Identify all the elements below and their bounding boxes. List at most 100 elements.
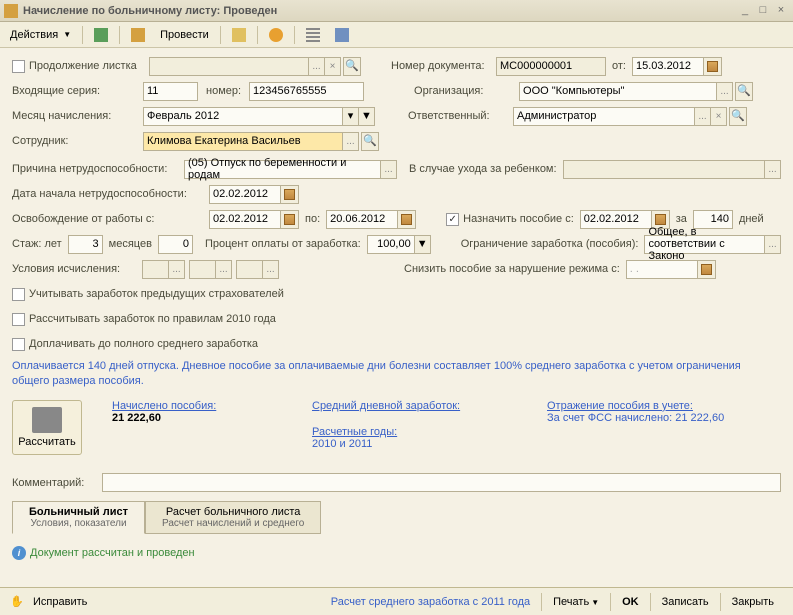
startdate-calendar[interactable] (281, 185, 299, 204)
post-button[interactable]: Провести (154, 25, 215, 45)
childcare-field[interactable] (563, 160, 765, 179)
org-open[interactable]: 🔍 (735, 82, 753, 101)
for-label: за (676, 213, 687, 225)
continuation-field[interactable] (149, 57, 309, 76)
childcare-select[interactable]: ... (765, 160, 781, 179)
print-button[interactable]: Печать▼ (544, 593, 608, 611)
rules2010-checkbox[interactable] (12, 313, 25, 326)
actions-menu[interactable]: Действия▼ (4, 25, 77, 45)
reason-field[interactable]: (05) Отпуск по беременности и родам (184, 160, 381, 179)
assign-checkbox[interactable] (446, 213, 459, 226)
month-spin[interactable]: ▾ (343, 107, 359, 126)
titlebar: Начисление по больничному листу: Проведе… (0, 0, 793, 22)
series-field[interactable]: 11 (143, 82, 198, 101)
employee-select[interactable]: ... (343, 132, 359, 151)
continuation-open[interactable]: 🔍 (343, 57, 361, 76)
month-dropdown[interactable]: ▼ (359, 107, 375, 126)
startdate-field[interactable]: 02.02.2012 (209, 185, 281, 204)
org-select[interactable]: ... (717, 82, 733, 101)
resp-label: Ответственный: (408, 110, 513, 122)
list-button[interactable] (300, 25, 326, 45)
calc-years-link[interactable]: Расчетные годы: (312, 426, 517, 438)
employee-open[interactable]: 🔍 (361, 132, 379, 151)
app-icon (4, 4, 18, 18)
resp-select[interactable]: ... (695, 107, 711, 126)
release-to-field[interactable]: 20.06.2012 (326, 210, 398, 229)
reduce-date-cal[interactable] (698, 260, 716, 279)
cond1-select[interactable]: ... (169, 260, 185, 279)
tabs: Больничный лист Условия, показатели Расч… (12, 501, 781, 534)
post-icon-button[interactable] (125, 25, 151, 45)
release-from-cal[interactable] (281, 210, 299, 229)
stazh-years-field[interactable]: 3 (68, 235, 103, 254)
conditions-label: Условия исчисления: (12, 263, 142, 275)
minimize-button[interactable]: _ (737, 4, 753, 18)
days-label: дней (739, 213, 764, 225)
reason-select[interactable]: ... (381, 160, 397, 179)
continuation-checkbox[interactable] (12, 60, 25, 73)
resp-clear[interactable]: × (711, 107, 727, 126)
maximize-button[interactable]: □ (755, 4, 771, 18)
reduce-date-field[interactable]: . . (626, 260, 698, 279)
calc-years-value: 2010 и 2011 (312, 438, 517, 450)
save-button[interactable]: Записать (653, 593, 718, 611)
rules2010-label: Рассчитывать заработок по правилам 2010 … (29, 313, 276, 325)
continuation-clear[interactable]: × (325, 57, 341, 76)
number-field[interactable]: 123456765555 (249, 82, 364, 101)
tab-calculation[interactable]: Расчет больничного листа Расчет начислен… (145, 501, 321, 534)
resp-open[interactable]: 🔍 (729, 107, 747, 126)
employee-field[interactable]: Климова Екатерина Васильев (143, 132, 343, 151)
continuation-label: Продолжение листка (29, 60, 149, 72)
reason-label: Причина нетрудоспособности: (12, 163, 184, 175)
percent-dropdown[interactable]: ▼ (415, 235, 431, 254)
percent-field[interactable]: 100,00 (367, 235, 415, 254)
limit-field[interactable]: Общее, в соответствии с Законо (644, 235, 765, 254)
date-calendar[interactable] (704, 57, 722, 76)
prev-insurers-label: Учитывать заработок предыдущих страховат… (29, 288, 284, 300)
calculator-icon (32, 407, 62, 433)
resp-field[interactable]: Администратор (513, 107, 695, 126)
avg-calc-link[interactable]: Расчет среднего заработка с 2011 года (322, 593, 539, 611)
tool1-button[interactable] (226, 25, 252, 45)
series-label: Входящие серия: (12, 85, 143, 97)
calculate-button[interactable]: Рассчитать (12, 400, 82, 455)
prev-insurers-checkbox[interactable] (12, 288, 25, 301)
fix-button[interactable]: Исправить (24, 593, 96, 611)
ok-button[interactable]: OK (613, 593, 648, 611)
release-to-cal[interactable] (398, 210, 416, 229)
cond2-select[interactable]: ... (216, 260, 232, 279)
release-to-label: по: (305, 213, 320, 225)
status-line: i Документ рассчитан и проведен (0, 542, 793, 564)
number-label: номер: (206, 85, 241, 97)
close-button[interactable]: × (773, 4, 789, 18)
continuation-select[interactable]: ... (309, 57, 325, 76)
help-button[interactable] (263, 25, 289, 45)
employee-label: Сотрудник: (12, 135, 143, 147)
cond1-field[interactable] (142, 260, 169, 279)
reflection-link[interactable]: Отражение пособия в учете: (547, 400, 724, 412)
release-from-field[interactable]: 02.02.2012 (209, 210, 281, 229)
stazh-months-field[interactable]: 0 (158, 235, 193, 254)
comment-field[interactable] (102, 473, 781, 492)
info-icon: i (12, 546, 26, 560)
assign-from-field[interactable]: 02.02.2012 (580, 210, 652, 229)
hand-icon: ✋ (10, 595, 24, 609)
window-title: Начисление по больничному листу: Проведе… (23, 5, 735, 17)
limit-select[interactable]: ... (765, 235, 781, 254)
date-from-label: от: (612, 60, 626, 72)
avg-daily-link[interactable]: Средний дневной заработок: (312, 400, 517, 412)
accrued-link[interactable]: Начислено пособия: (112, 400, 282, 412)
docnum-field[interactable]: МС000000001 (496, 57, 606, 76)
org-field[interactable]: ООО "Компьютеры" (519, 82, 717, 101)
month-field[interactable]: Февраль 2012 (143, 107, 343, 126)
cond3-select[interactable]: ... (263, 260, 279, 279)
close-footer-button[interactable]: Закрыть (723, 593, 783, 611)
tab-sick-leave[interactable]: Больничный лист Условия, показатели (12, 501, 145, 534)
toolbar: Действия▼ Провести (0, 22, 793, 48)
date-field[interactable]: 15.03.2012 (632, 57, 704, 76)
fullavg-checkbox[interactable] (12, 338, 25, 351)
settings-button[interactable] (329, 25, 355, 45)
cond3-field[interactable] (236, 260, 263, 279)
cond2-field[interactable] (189, 260, 216, 279)
save-icon-button[interactable] (88, 25, 114, 45)
